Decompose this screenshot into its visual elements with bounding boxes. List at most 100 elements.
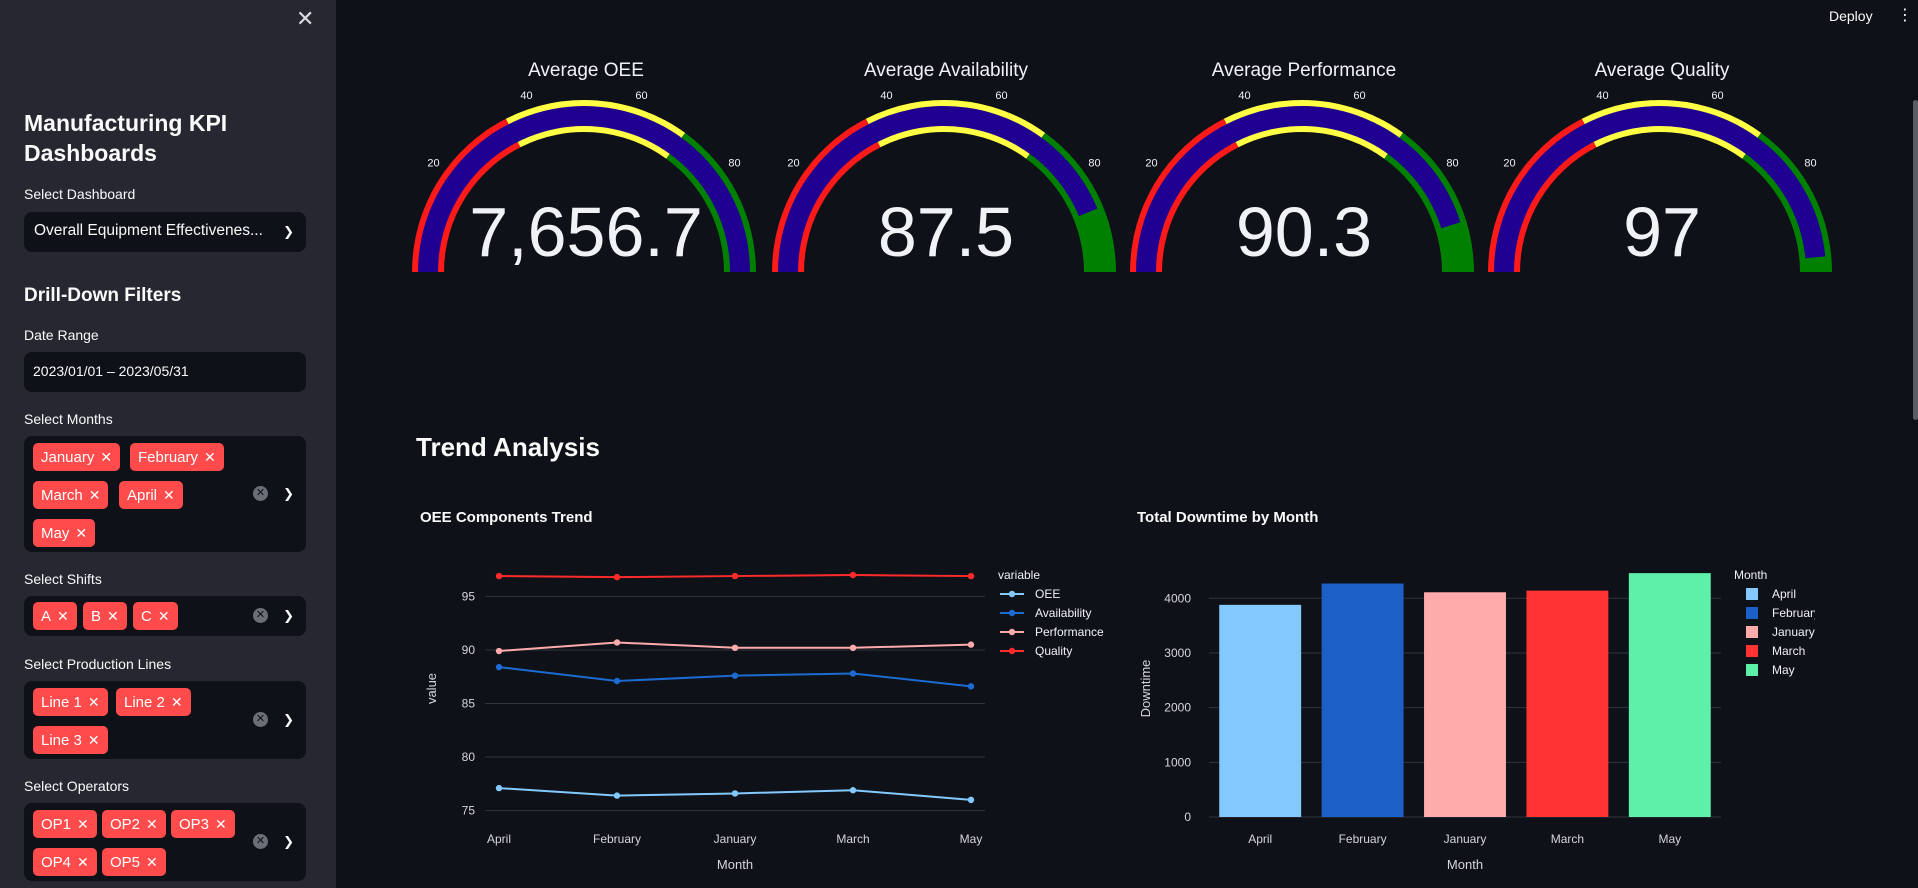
gauge-tick-label: 60 [1711, 90, 1723, 102]
data-point [613, 792, 621, 799]
data-point [849, 787, 857, 794]
sidebar: ✕ Manufacturing KPI Dashboards Select Da… [0, 0, 336, 888]
chevron-down-icon[interactable]: ❯ [283, 224, 294, 240]
dashboard-label: Select Dashboard [24, 186, 136, 202]
operators-label: Select Operators [24, 778, 130, 794]
remove-chip-icon[interactable]: ✕ [204, 449, 216, 465]
chip-op5[interactable]: OP5 ✕ [102, 848, 166, 876]
gauge-tick-label: 80 [1446, 158, 1458, 170]
legend-swatch [1746, 626, 1758, 638]
remove-chip-icon[interactable]: ✕ [107, 608, 119, 624]
legend-label: March [1772, 644, 1805, 658]
chip-line-2[interactable]: Line 2 ✕ [116, 688, 191, 716]
remove-chip-icon[interactable]: ✕ [88, 732, 100, 748]
chip-january[interactable]: January ✕ [33, 443, 121, 471]
clear-icon[interactable]: ✕ [253, 712, 268, 727]
chip-label: April [127, 487, 158, 504]
date-range-label: Date Range [24, 327, 99, 343]
chevron-down-icon[interactable]: ❯ [283, 486, 294, 502]
chip-april[interactable]: April ✕ [119, 481, 183, 509]
chip-label: Line 3 [41, 732, 82, 749]
deploy-button[interactable]: Deploy [1829, 8, 1873, 24]
x-tick-label: January [1444, 832, 1487, 846]
legend-label: OEE [1035, 587, 1060, 601]
lines-multiselect[interactable]: Line 1 ✕ Line 2 ✕ Line 3 ✕ ✕ ❯ [24, 681, 306, 759]
remove-chip-icon[interactable]: ✕ [89, 487, 101, 503]
shifts-multiselect[interactable]: A ✕ B ✕ C ✕ ✕ ❯ [24, 596, 306, 636]
remove-chip-icon[interactable]: ✕ [57, 608, 69, 624]
data-point [613, 573, 621, 581]
dashboard-select[interactable]: Overall Equipment Effectivenes... ❯ [24, 212, 306, 252]
gauge-value: 7,656.7 [469, 193, 703, 271]
remove-chip-icon[interactable]: ✕ [146, 854, 158, 870]
line-chart: 75 80 85 90 95 April February January March May Mo… [424, 568, 1104, 872]
remove-chip-icon[interactable]: ✕ [75, 525, 87, 541]
app-title: Manufacturing KPI Dashboards [24, 110, 228, 166]
gauge-value: 87.5 [877, 193, 1015, 271]
chip-op3[interactable]: OP3 ✕ [171, 810, 235, 838]
chip-label: May [41, 525, 70, 542]
remove-chip-icon[interactable]: ✕ [158, 608, 170, 624]
chip-february[interactable]: February ✕ [130, 443, 224, 471]
data-point [613, 677, 621, 685]
chip-op2[interactable]: OP2 ✕ [102, 810, 166, 838]
drill-down-title: Drill-Down Filters [24, 285, 182, 306]
x-tick-label: March [1551, 832, 1584, 846]
data-point [731, 790, 739, 797]
remove-chip-icon[interactable]: ✕ [77, 816, 89, 832]
x-tick-label: February [593, 832, 641, 846]
remove-chip-icon[interactable]: ✕ [88, 694, 100, 710]
chevron-down-icon[interactable]: ❯ [283, 712, 294, 728]
chip-op1[interactable]: OP1 ✕ [33, 810, 97, 838]
x-tick-label: January [714, 832, 757, 846]
date-range-input[interactable]: 2023/01/01 – 2023/05/31 [24, 352, 306, 392]
gauge-tick-label: 80 [1804, 158, 1816, 170]
bar-april [1219, 604, 1302, 817]
legend-marker [1008, 647, 1016, 655]
operators-multiselect[interactable]: OP1 ✕ OP2 ✕ OP3 ✕ OP4 ✕ OP5 ✕ ✕ ❯ [24, 803, 306, 881]
remove-chip-icon[interactable]: ✕ [77, 854, 89, 870]
legend-marker [1008, 590, 1016, 598]
chip-may[interactable]: May ✕ [33, 519, 96, 547]
chip-march[interactable]: March ✕ [33, 481, 109, 509]
y-tick-label: 85 [462, 696, 476, 710]
chip-label: Line 1 [41, 694, 82, 711]
y-tick-label: 4000 [1164, 591, 1191, 605]
y-tick-label: 2000 [1164, 701, 1191, 715]
remove-chip-icon[interactable]: ✕ [163, 487, 175, 503]
data-point [967, 572, 975, 580]
chip-line-1[interactable]: Line 1 ✕ [33, 688, 108, 716]
chip-c[interactable]: C ✕ [133, 602, 178, 630]
gauge-tick-label: 40 [1238, 90, 1250, 102]
chevron-down-icon[interactable]: ❯ [283, 834, 294, 850]
chevron-down-icon[interactable]: ❯ [283, 608, 294, 624]
close-sidebar-icon[interactable]: ✕ [296, 6, 314, 32]
y-tick-label: 90 [462, 643, 476, 657]
chip-a[interactable]: A ✕ [33, 602, 77, 630]
remove-chip-icon[interactable]: ✕ [171, 694, 183, 710]
months-multiselect[interactable]: January ✕ February ✕ March ✕ April ✕ May ✕ ✕ ❯ [24, 436, 306, 552]
remove-chip-icon[interactable]: ✕ [215, 816, 227, 832]
chip-label: OP1 [41, 816, 72, 833]
gauge-tick-label: 60 [1353, 90, 1365, 102]
legend-swatch [1746, 588, 1758, 600]
clear-icon[interactable]: ✕ [253, 834, 268, 849]
clear-icon[interactable]: ✕ [253, 608, 268, 623]
chip-op4[interactable]: OP4 ✕ [33, 848, 97, 876]
gauge-tick-label: 80 [1088, 158, 1100, 170]
bar-march [1526, 590, 1609, 817]
gauge-tick-label: 40 [880, 90, 892, 102]
clear-icon[interactable]: ✕ [253, 486, 268, 501]
more-menu-icon[interactable]: ⋮ [1897, 5, 1913, 25]
chip-b[interactable]: B ✕ [83, 602, 127, 630]
x-axis-label: Month [1447, 857, 1483, 872]
remove-chip-icon[interactable]: ✕ [100, 449, 112, 465]
x-tick-label: March [836, 832, 869, 846]
legend-label: January [1772, 625, 1815, 639]
remove-chip-icon[interactable]: ✕ [146, 816, 158, 832]
chip-line-3[interactable]: Line 3 ✕ [33, 726, 108, 754]
chip-label: OP4 [41, 854, 72, 871]
chip-label: Line 2 [124, 694, 165, 711]
legend-swatch [1746, 645, 1758, 657]
scrollbar[interactable] [1913, 100, 1918, 420]
